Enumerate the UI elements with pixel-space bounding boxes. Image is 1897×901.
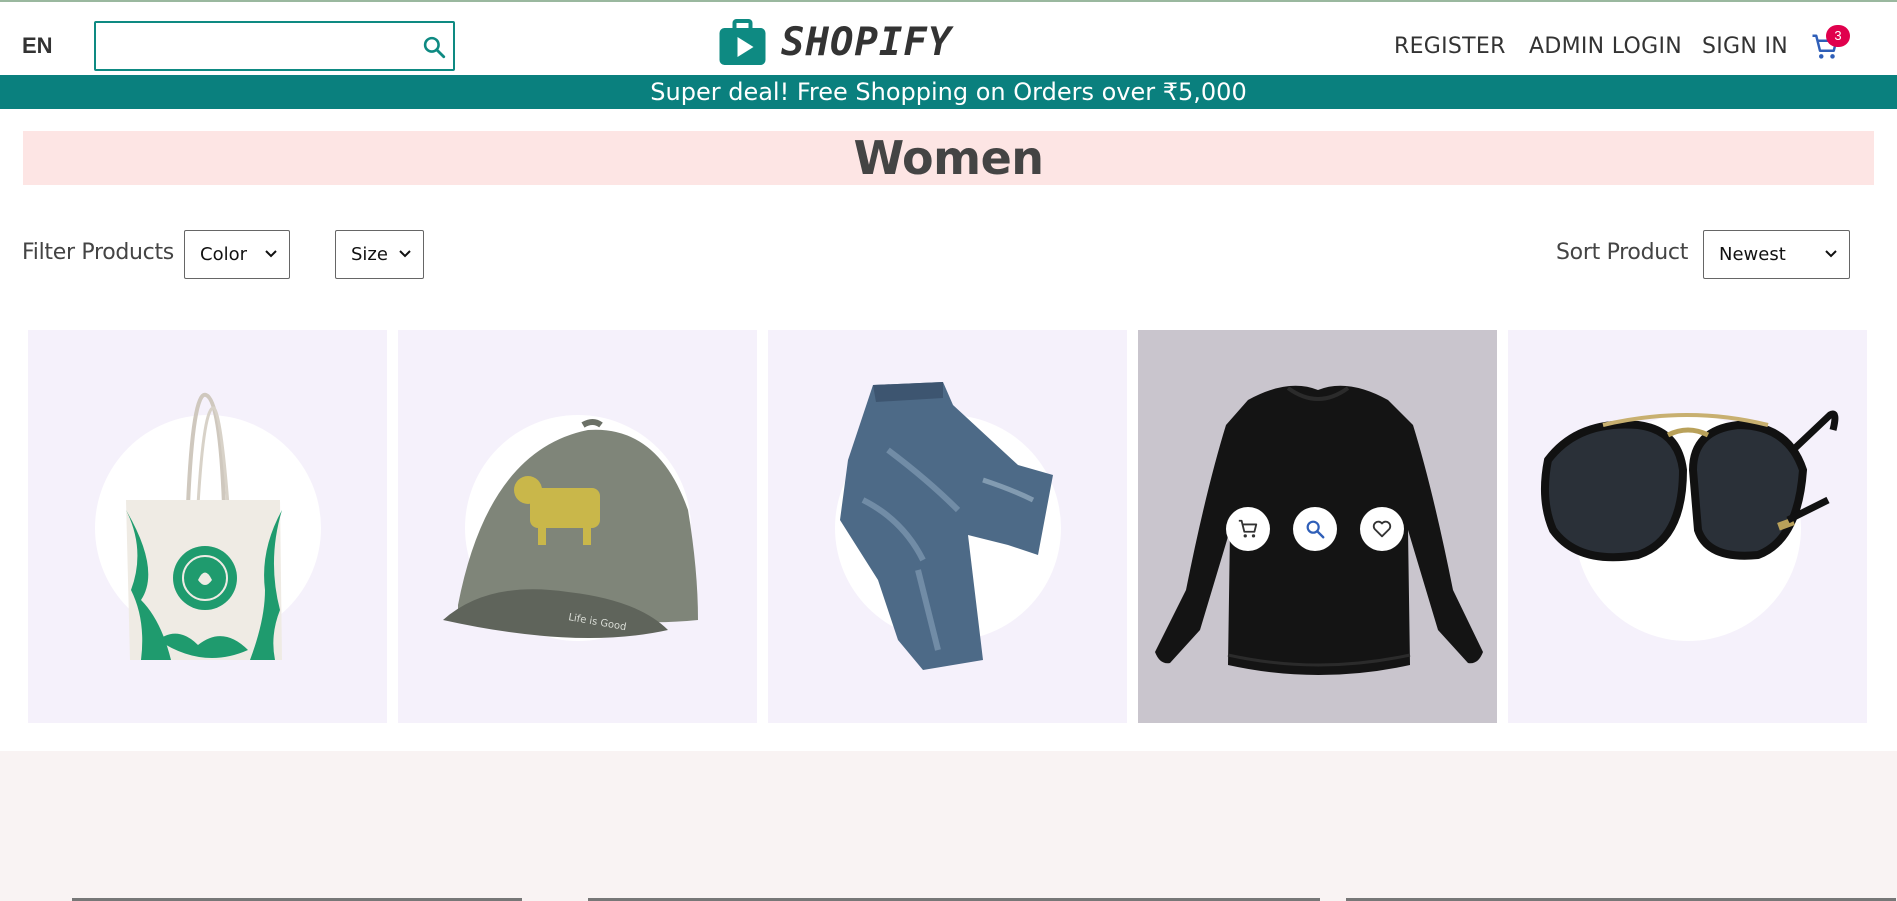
jeans-image: [840, 382, 1053, 670]
sort-select[interactable]: Newest: [1703, 230, 1850, 279]
footer: [0, 751, 1897, 901]
search-input[interactable]: [102, 29, 402, 63]
shopping-bag-logo-icon: [719, 19, 766, 65]
sign-in-link[interactable]: SIGN IN: [1702, 34, 1788, 59]
heart-icon: [1372, 520, 1392, 538]
size-select[interactable]: Size: [335, 230, 424, 279]
color-select[interactable]: Color: [184, 230, 290, 279]
brand-name: SHOPIFY: [781, 19, 953, 65]
search-icon[interactable]: [421, 34, 447, 60]
product-card-sunglasses[interactable]: [1508, 330, 1867, 723]
product-card-sweatshirt[interactable]: [1138, 330, 1497, 723]
page-title: Women: [853, 131, 1044, 185]
product-card-baseball-cap[interactable]: Life is Good: [398, 330, 757, 723]
admin-login-link[interactable]: ADMIN LOGIN: [1529, 34, 1682, 59]
chevron-down-icon: [265, 250, 277, 258]
navbar: EN SHOPIFY REGISTER ADMIN LOGIN SIGN IN …: [0, 2, 1897, 75]
add-to-cart-button[interactable]: [1226, 507, 1270, 551]
search-box: [94, 21, 455, 71]
sunglasses-image: [1541, 410, 1839, 562]
chevron-down-icon: [399, 250, 411, 258]
quick-view-button[interactable]: [1293, 507, 1337, 551]
tote-bag-image: [126, 392, 282, 660]
sort-select-value: Newest: [1719, 244, 1786, 265]
product-actions: [1226, 507, 1426, 551]
color-select-value: Color: [200, 244, 247, 265]
search-icon: [1306, 520, 1325, 539]
filter-products-label: Filter Products: [22, 240, 174, 265]
announcement-bar: Super deal! Free Shopping on Orders over…: [0, 75, 1897, 109]
register-link[interactable]: REGISTER: [1394, 34, 1506, 59]
cart-count-badge: 3: [1826, 25, 1850, 47]
size-select-value: Size: [351, 244, 388, 265]
product-card-jeans[interactable]: [768, 330, 1127, 723]
wishlist-button[interactable]: [1360, 507, 1404, 551]
sort-product-label: Sort Product: [1556, 240, 1689, 265]
cart-icon: [1238, 519, 1258, 538]
logo[interactable]: SHOPIFY: [718, 17, 952, 67]
language-label[interactable]: EN: [22, 33, 53, 59]
cap-image: Life is Good: [443, 419, 698, 638]
product-card-tote-bag[interactable]: [28, 330, 387, 723]
chevron-down-icon: [1825, 250, 1837, 258]
category-title-bar: Women: [23, 131, 1874, 185]
